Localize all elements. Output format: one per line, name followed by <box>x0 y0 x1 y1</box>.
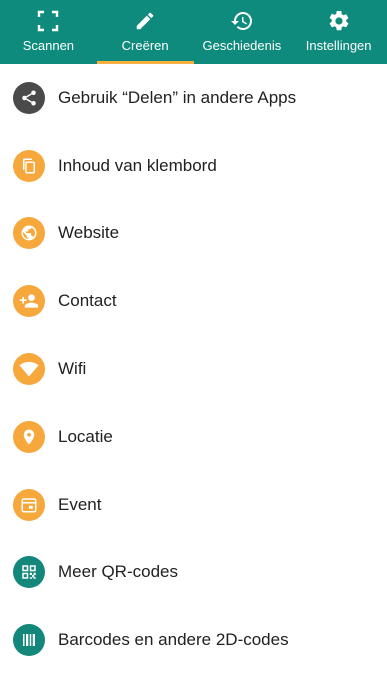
barcode-icon <box>13 624 45 657</box>
list-item-label: Contact <box>58 291 117 311</box>
qr-code-icon <box>13 556 45 589</box>
share-icon <box>13 81 45 114</box>
gear-icon <box>327 9 351 33</box>
list-item-label: Wifi <box>58 359 87 379</box>
list-item-location[interactable]: Locatie <box>0 403 387 471</box>
scan-frame-icon <box>36 9 60 33</box>
list-item-website[interactable]: Website <box>0 200 387 268</box>
tab-instellingen[interactable]: Instellingen <box>290 0 387 64</box>
list-item-label: Locatie <box>58 426 113 446</box>
create-options-list: Gebruik “Delen” in andere Apps Inhoud va… <box>0 64 387 674</box>
tab-label: Scannen <box>22 38 75 53</box>
list-item-event[interactable]: Event <box>0 471 387 539</box>
tab-label: Creëren <box>121 38 169 53</box>
list-item-share[interactable]: Gebruik “Delen” in andere Apps <box>0 64 387 132</box>
list-item-label: Gebruik “Delen” in andere Apps <box>58 87 297 107</box>
list-item-label: Meer QR-codes <box>58 562 178 582</box>
list-item-label: Inhoud van klembord <box>58 155 217 175</box>
add-contact-icon <box>13 285 45 318</box>
tab-label: Instellingen <box>305 38 372 53</box>
list-item-label: Barcodes en andere 2D-codes <box>58 630 289 650</box>
pencil-icon <box>133 9 157 33</box>
globe-icon <box>13 217 45 250</box>
wifi-icon <box>13 353 45 386</box>
list-item-barcodes[interactable]: Barcodes en andere 2D-codes <box>0 606 387 674</box>
top-navigation-bar: Scannen Creëren Geschiedenis Instellinge… <box>0 0 387 64</box>
history-icon <box>230 9 254 33</box>
calendar-icon <box>13 488 45 521</box>
list-item-wifi[interactable]: Wifi <box>0 335 387 403</box>
tab-scannen[interactable]: Scannen <box>0 0 97 64</box>
list-item-contact[interactable]: Contact <box>0 267 387 335</box>
list-item-more-qr-codes[interactable]: Meer QR-codes <box>0 539 387 607</box>
tab-label: Geschiedenis <box>202 38 282 53</box>
tab-geschiedenis[interactable]: Geschiedenis <box>194 0 291 64</box>
clipboard-icon <box>13 149 45 182</box>
location-pin-icon <box>13 420 45 453</box>
tab-creeren[interactable]: Creëren <box>96 0 194 64</box>
list-item-label: Event <box>58 494 102 514</box>
list-item-label: Website <box>58 223 120 243</box>
list-item-clipboard[interactable]: Inhoud van klembord <box>0 132 387 200</box>
